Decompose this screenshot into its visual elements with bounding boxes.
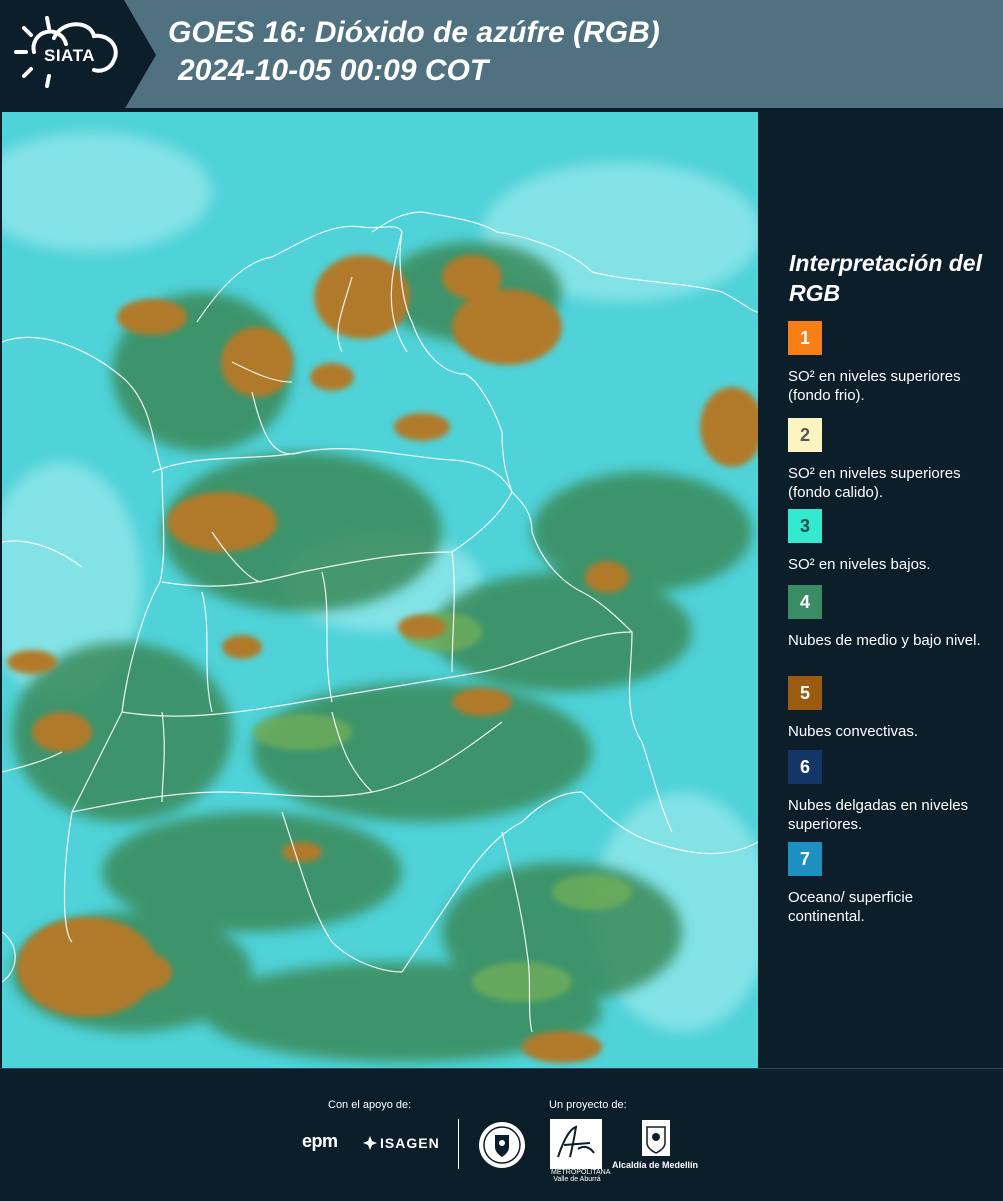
legend-panel: Interpretación del RGB 1 SO² en niveles …: [760, 112, 1003, 1068]
isagen-text: ISAGEN: [380, 1135, 440, 1151]
alcaldia-coat-of-arms-icon[interactable]: [641, 1119, 671, 1157]
legend-item-3: 3 SO² en niveles bajos.: [788, 509, 988, 593]
page-title: GOES 16: Dióxido de azúfre (RGB) 2024-10…: [168, 14, 660, 90]
footer: Con el apoyo de: Un proyecto de: epm ISA…: [0, 1068, 1003, 1201]
alcaldia-text: Alcaldía de Medellín: [612, 1160, 699, 1170]
legend-swatch: 5: [788, 676, 822, 710]
legend-swatch: 1: [788, 321, 822, 355]
logo-text: SIATA: [44, 46, 95, 65]
satellite-image: [2, 112, 758, 1068]
title-datetime: 2024-10-05 00:09 COT: [178, 54, 489, 87]
legend-label: Oceano/ superficie continental.: [788, 889, 914, 925]
legend-item-6: 6 Nubes delgadas en niveles superiores.: [788, 750, 988, 834]
legend-swatch: 6: [788, 750, 822, 784]
area-metropolitana-text: METROPOLITANA Valle de Aburrá: [551, 1169, 611, 1183]
legend-label: Nubes delgadas en niveles superiores.: [788, 797, 969, 833]
siata-logo[interactable]: SIATA: [0, 0, 156, 110]
epm-logo[interactable]: epm: [302, 1131, 338, 1152]
legend-swatch: 4: [788, 585, 822, 619]
legend-item-2: 2 SO² en niveles superiores (fondo calid…: [788, 418, 988, 502]
legend-item-4: 4 Nubes de medio y bajo nivel.: [788, 585, 988, 669]
legend-swatch: 7: [788, 842, 822, 876]
medellin-seal-icon[interactable]: [478, 1121, 526, 1169]
area-metropolitana-logo[interactable]: [550, 1119, 602, 1169]
header: SIATA GOES 16: Dióxido de azúfre (RGB) 2…: [0, 0, 1003, 110]
legend-item-7: 7 Oceano/ superficie continental.: [788, 842, 988, 926]
legend-title: Interpretación del RGB: [789, 250, 982, 306]
project-label: Un proyecto de:: [549, 1099, 627, 1111]
legend-label: Nubes de medio y bajo nivel.: [788, 632, 981, 649]
isagen-icon: [363, 1136, 377, 1150]
legend-swatch: 3: [788, 509, 822, 543]
isagen-logo[interactable]: ISAGEN: [363, 1135, 440, 1151]
legend-label: SO² en niveles superiores (fondo calido)…: [788, 465, 961, 501]
title-product: GOES 16: Dióxido de azúfre (RGB): [168, 16, 660, 49]
satellite-map[interactable]: [2, 112, 758, 1068]
legend-swatch: 2: [788, 418, 822, 452]
footer-divider: [458, 1119, 459, 1169]
legend-label: SO² en niveles superiores (fondo frio).: [788, 368, 961, 404]
legend-item-1: 1 SO² en niveles superiores (fondo frio)…: [788, 321, 988, 405]
support-label: Con el apoyo de:: [328, 1099, 412, 1111]
legend-item-5: 5 Nubes convectivas.: [788, 676, 988, 760]
